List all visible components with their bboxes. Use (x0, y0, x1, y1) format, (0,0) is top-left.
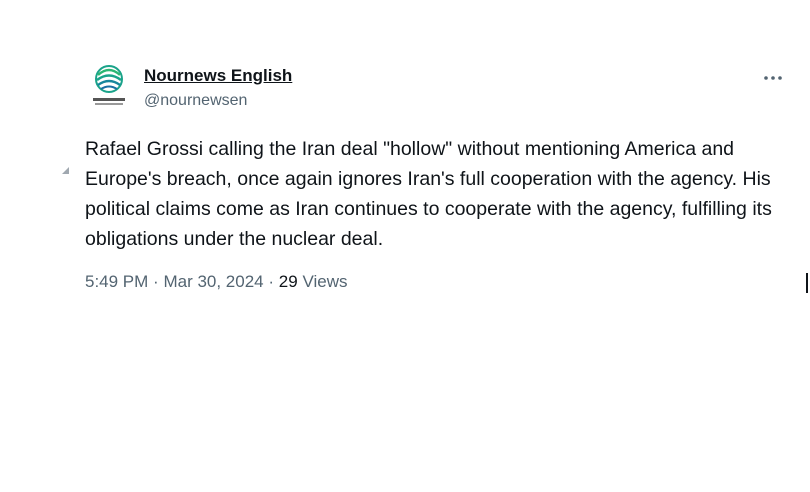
tweet-date[interactable]: Mar 30, 2024 (163, 272, 263, 291)
meta-separator: · (153, 272, 159, 291)
tweet-text: Rafael Grossi calling the Iran deal "hol… (85, 138, 772, 250)
tweet-time[interactable]: 5:49 PM (85, 272, 148, 291)
meta-separator: · (268, 272, 275, 291)
avatar[interactable] (89, 63, 129, 109)
resize-handle-icon (62, 167, 69, 174)
views-label: Views (302, 272, 348, 291)
nournews-logo-icon (93, 65, 125, 105)
text-cursor (806, 273, 808, 293)
more-options-button[interactable] (760, 68, 786, 88)
views-count: 29 (278, 272, 298, 291)
tweet-card: Nournews English @nournewsen Rafael Gros… (0, 0, 810, 492)
author-display-name[interactable]: Nournews English (144, 66, 292, 86)
tweet-meta: 5:49 PM · Mar 30, 2024 · 29 Views (85, 272, 347, 292)
more-options-icon (764, 76, 782, 80)
author-handle[interactable]: @nournewsen (144, 92, 247, 110)
